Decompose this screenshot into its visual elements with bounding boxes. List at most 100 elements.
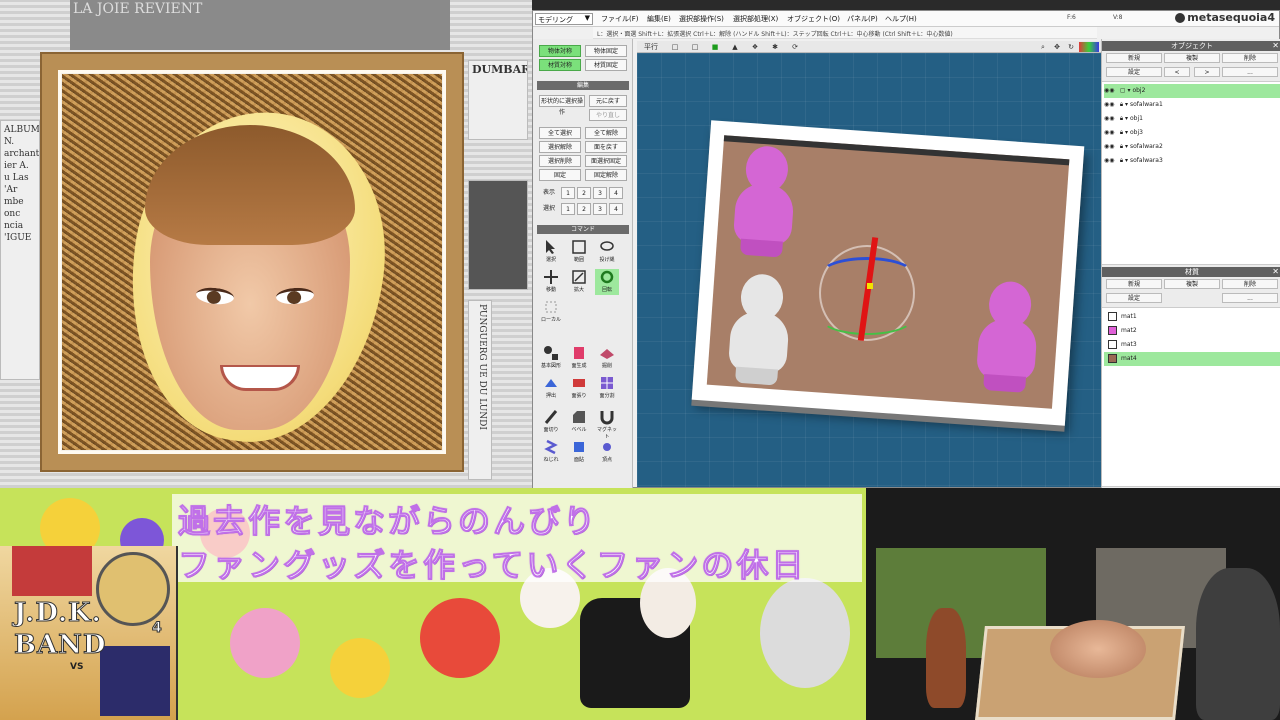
menu-help[interactable]: ヘルプ(H) bbox=[885, 14, 917, 24]
display-slot-2[interactable]: 2 bbox=[577, 187, 591, 199]
object-row[interactable]: ◉◉ 🔒︎ ▾ sofalwara1 bbox=[1104, 98, 1280, 112]
lock-icon[interactable]: 🔒︎ ▾ bbox=[1120, 115, 1128, 122]
select-tool[interactable]: 選択 bbox=[539, 239, 563, 265]
visibility-icon[interactable]: ◉◉ bbox=[1104, 112, 1118, 126]
menu-file[interactable]: ファイル(F) bbox=[601, 14, 639, 24]
unlock-button[interactable]: 固定解除 bbox=[585, 169, 627, 181]
move-up-button[interactable]: < bbox=[1164, 67, 1190, 77]
lock-icon[interactable]: 🔒︎ ▾ bbox=[1120, 129, 1128, 136]
menu-selection-process[interactable]: 選択部処理(X) bbox=[733, 14, 778, 24]
redo-button[interactable]: やり直し bbox=[589, 109, 627, 121]
figure-model-pink[interactable] bbox=[726, 144, 804, 259]
axis-color-icon[interactable] bbox=[1079, 42, 1099, 52]
mode-select[interactable]: モデリング ▼ bbox=[535, 13, 593, 25]
material-symmetry-button[interactable]: 材質対称 bbox=[539, 59, 581, 71]
zoom-icon[interactable]: ⌕ bbox=[1037, 42, 1049, 52]
delete-material-button[interactable]: 削除 bbox=[1222, 279, 1278, 289]
primitive-tool[interactable]: 基本図形 bbox=[539, 345, 563, 371]
select-all-button[interactable]: 全て選択 bbox=[539, 127, 581, 139]
visibility-icon[interactable]: ◉◉ bbox=[1104, 140, 1118, 154]
new-material-button[interactable]: 新規 bbox=[1106, 279, 1162, 289]
pan-icon[interactable]: ✥ bbox=[1051, 42, 1063, 52]
refresh-icon[interactable]: ⟳ bbox=[789, 42, 801, 52]
cut-face-tool[interactable]: 面切り bbox=[539, 409, 563, 435]
shading-icon[interactable]: ▲ bbox=[729, 42, 741, 52]
local-tool[interactable]: ローカル bbox=[539, 299, 563, 325]
object-more-button[interactable]: ... bbox=[1222, 67, 1278, 77]
box-view-icon[interactable]: □ bbox=[689, 42, 701, 52]
gear-icon[interactable]: ✱ bbox=[769, 42, 781, 52]
split-face-tool[interactable]: 面分割 bbox=[595, 375, 619, 401]
solid-view-icon[interactable]: ■ bbox=[709, 42, 721, 52]
move-tool[interactable]: 移動 bbox=[539, 269, 563, 295]
selection-slot-3[interactable]: 3 bbox=[593, 203, 607, 215]
texture-icon[interactable]: ❖ bbox=[749, 42, 761, 52]
object-row[interactable]: ◉◉ 🔒︎ ▾ obj1 bbox=[1104, 112, 1280, 126]
menu-panel[interactable]: パネル(P) bbox=[847, 14, 878, 24]
delete-object-button[interactable]: 削除 bbox=[1222, 53, 1278, 63]
object-row[interactable]: ◉◉ ▢ ▾ obj2 bbox=[1104, 84, 1280, 98]
deselect-button[interactable]: 選択解除 bbox=[539, 141, 581, 153]
duplicate-object-button[interactable]: 複製 bbox=[1164, 53, 1220, 63]
menu-edit[interactable]: 編集(E) bbox=[647, 14, 671, 24]
close-icon[interactable]: ✕ bbox=[1272, 41, 1279, 51]
lock-icon[interactable]: 🔒︎ ▾ bbox=[1120, 101, 1128, 108]
bridge-face-tool[interactable]: 面張り bbox=[567, 375, 591, 401]
extrude-tool[interactable]: 押出 bbox=[539, 375, 563, 401]
rotate-view-icon[interactable]: ↻ bbox=[1065, 42, 1077, 52]
visibility-icon[interactable]: ◉◉ bbox=[1104, 126, 1118, 140]
visibility-icon[interactable]: ◉◉ bbox=[1104, 154, 1118, 168]
figure-model-white[interactable] bbox=[721, 272, 799, 387]
material-row[interactable]: mat2 bbox=[1104, 324, 1280, 338]
object-symmetry-button[interactable]: 物体対称 bbox=[539, 45, 581, 57]
create-face-tool[interactable]: 面生成 bbox=[567, 345, 591, 371]
object-lock-button[interactable]: 物体固定 bbox=[585, 45, 627, 57]
material-row[interactable]: mat4 bbox=[1104, 352, 1280, 366]
undo-button[interactable]: 元に戻す bbox=[589, 95, 627, 107]
selection-slot-1[interactable]: 1 bbox=[561, 203, 575, 215]
selection-slot-2[interactable]: 2 bbox=[577, 203, 591, 215]
visibility-icon[interactable]: ◉◉ bbox=[1104, 98, 1118, 112]
select-by-shape-button[interactable]: 形状的に選択操作 bbox=[539, 95, 585, 116]
display-slot-3[interactable]: 3 bbox=[593, 187, 607, 199]
visibility-icon[interactable]: ◉◉ bbox=[1104, 84, 1118, 98]
3d-viewport[interactable] bbox=[637, 53, 1101, 487]
duplicate-material-button[interactable]: 複製 bbox=[1164, 279, 1220, 289]
deselect-all-button[interactable]: 全て解除 bbox=[585, 127, 627, 139]
close-icon[interactable]: ✕ bbox=[1272, 267, 1279, 277]
menu-selection-op[interactable]: 選択部操作(S) bbox=[679, 14, 724, 24]
projection-toggle[interactable]: 平行 bbox=[641, 42, 661, 52]
paste-face-tool[interactable]: 面貼 bbox=[567, 439, 591, 465]
scale-tool[interactable]: 拡大 bbox=[567, 269, 591, 295]
gizmo-center[interactable] bbox=[867, 283, 873, 289]
figure-model-pink[interactable] bbox=[969, 279, 1047, 394]
display-slot-1[interactable]: 1 bbox=[561, 187, 575, 199]
object-row[interactable]: ◉◉ 🔒︎ ▾ obj3 bbox=[1104, 126, 1280, 140]
material-more-button[interactable]: ... bbox=[1222, 293, 1278, 303]
material-row[interactable]: mat1 bbox=[1104, 310, 1280, 324]
object-row[interactable]: ◉◉ 🔒︎ ▾ sofalwara2 bbox=[1104, 140, 1280, 154]
vertex-tool[interactable]: 頂点 bbox=[595, 439, 619, 465]
object-settings-button[interactable]: 設定 bbox=[1106, 67, 1162, 77]
material-settings-button[interactable]: 設定 bbox=[1106, 293, 1162, 303]
face-select-lock-button[interactable]: 面選択固定 bbox=[585, 155, 627, 167]
lock-icon[interactable]: 🔒︎ ▾ bbox=[1120, 157, 1128, 164]
selection-slot-4[interactable]: 4 bbox=[609, 203, 623, 215]
lock-button[interactable]: 固定 bbox=[539, 169, 581, 181]
restore-face-button[interactable]: 面を戻す bbox=[585, 141, 627, 153]
twist-tool[interactable]: ねじれ bbox=[539, 439, 563, 465]
new-object-button[interactable]: 新規 bbox=[1106, 53, 1162, 63]
dig-tool[interactable]: 掘削 bbox=[595, 345, 619, 371]
material-row[interactable]: mat3 bbox=[1104, 338, 1280, 352]
range-tool[interactable]: 範囲 bbox=[567, 239, 591, 265]
move-down-button[interactable]: > bbox=[1194, 67, 1220, 77]
menu-object[interactable]: オブジェクト(O) bbox=[787, 14, 840, 24]
material-lock-button[interactable]: 材質固定 bbox=[585, 59, 627, 71]
rotate-tool[interactable]: 回転 bbox=[595, 269, 619, 295]
lock-icon[interactable]: 🔒︎ ▾ bbox=[1120, 143, 1128, 150]
bevel-tool[interactable]: ベベル bbox=[567, 409, 591, 435]
wireframe-icon[interactable]: □ bbox=[669, 42, 681, 52]
lock-icon[interactable]: ▢ ▾ bbox=[1120, 87, 1131, 94]
magnet-tool[interactable]: マグネット bbox=[595, 409, 619, 440]
object-row[interactable]: ◉◉ 🔒︎ ▾ sofalwara3 bbox=[1104, 154, 1280, 168]
